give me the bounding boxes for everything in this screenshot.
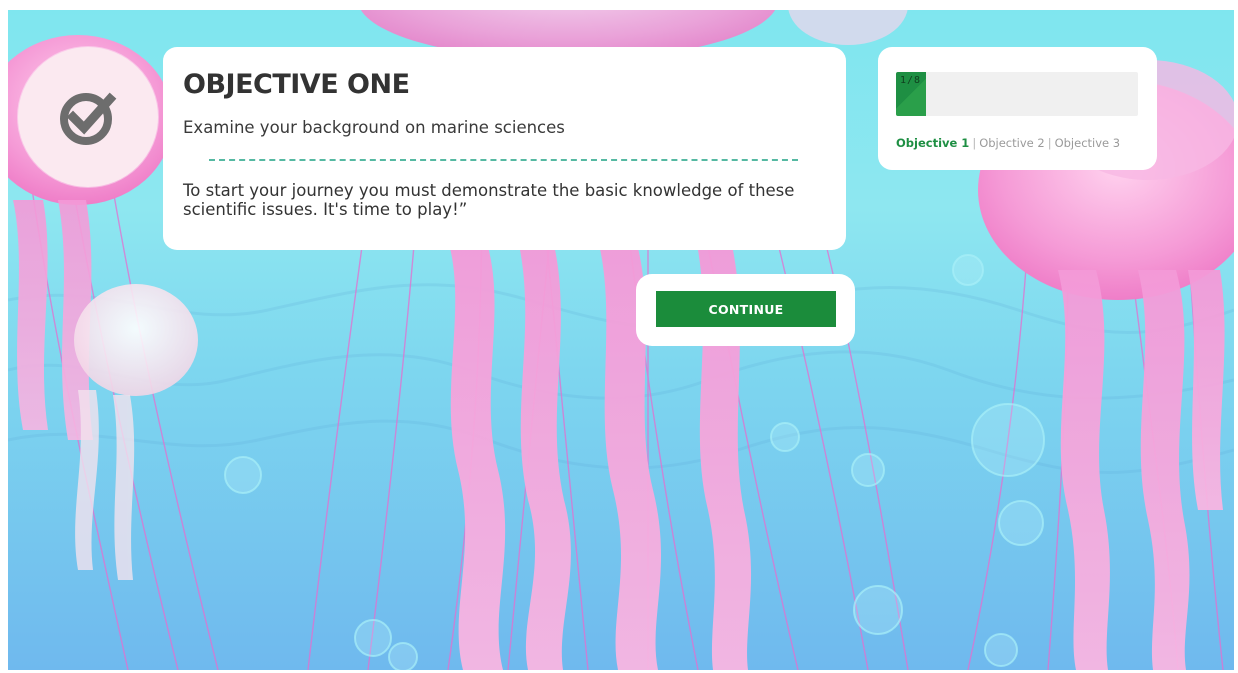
objective-badge bbox=[18, 47, 158, 187]
objective-title: OBJECTIVE ONE bbox=[183, 69, 410, 100]
objective-card: OBJECTIVE ONE Examine your background on… bbox=[163, 47, 846, 250]
objective-tab-3[interactable]: Objective 3 bbox=[1055, 136, 1121, 150]
objective-tab-2[interactable]: Objective 2 bbox=[979, 136, 1045, 150]
game-scene: OBJECTIVE ONE Examine your background on… bbox=[8, 10, 1234, 670]
objective-subtitle: Examine your background on marine scienc… bbox=[183, 118, 565, 137]
objective-description: To start your journey you must demonstra… bbox=[183, 181, 795, 219]
progress-panel: 1/8 Objective 1 | Objective 2 | Objective 3 bbox=[878, 47, 1157, 170]
continue-button[interactable]: CONTINUE bbox=[656, 291, 836, 327]
objective-tab-1[interactable]: Objective 1 bbox=[896, 136, 969, 150]
progress-label: 1/8 bbox=[900, 75, 922, 86]
objectives-nav: Objective 1 | Objective 2 | Objective 3 bbox=[896, 136, 1120, 150]
objective-separator: | bbox=[1047, 136, 1052, 150]
dashed-divider bbox=[209, 159, 798, 161]
progress-bar: 1/8 bbox=[896, 72, 1138, 116]
checkmark-circle-icon bbox=[60, 92, 117, 145]
objective-separator: | bbox=[972, 136, 977, 150]
continue-panel: CONTINUE bbox=[636, 274, 855, 346]
